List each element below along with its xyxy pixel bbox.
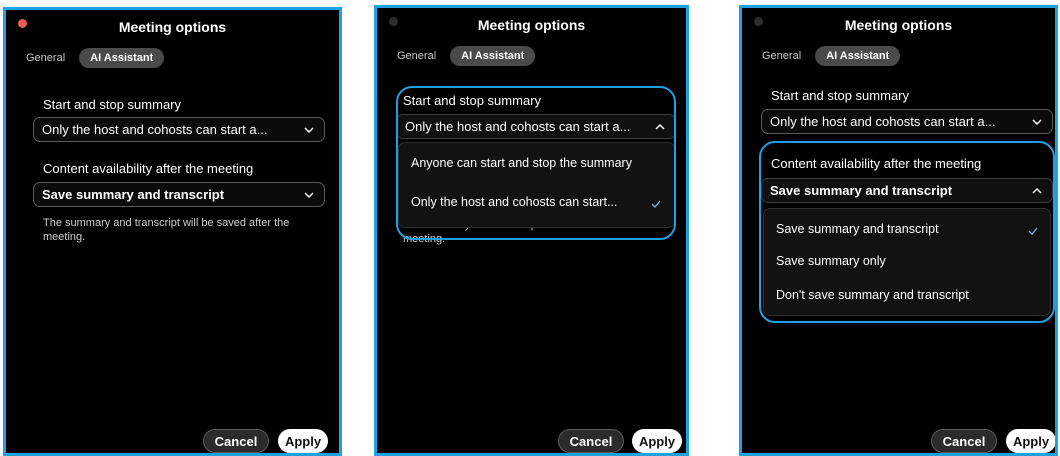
content-availability-label: Content availability after the meeting [771, 156, 982, 171]
tab-ai-assistant[interactable]: AI Assistant [815, 46, 901, 66]
dropdown-option-dont-save[interactable]: Don't save summary and transcript [776, 288, 969, 302]
save-description: The summary and transcript will be saved… [43, 217, 290, 243]
content-availability-label: Content availability after the meeting [43, 161, 254, 176]
start-stop-summary-value: Only the host and cohosts can start a... [770, 114, 996, 129]
window-title: Meeting options [118, 19, 227, 35]
start-stop-summary-dropdown: Anyone can start and stop the summary On… [398, 142, 675, 228]
window-title: Meeting options [477, 17, 586, 33]
content-availability-select[interactable]: Save summary and transcript [761, 178, 1053, 203]
content-availability-dropdown: Save summary and transcript Save summary… [763, 208, 1051, 316]
start-stop-summary-value: Only the host and cohosts can start a... [42, 122, 268, 137]
checkmark-icon [651, 200, 661, 208]
start-stop-summary-value: Only the host and cohosts can start a... [405, 119, 631, 134]
cancel-button[interactable]: Cancel [558, 429, 624, 453]
tab-bar: General AI Assistant [26, 47, 165, 69]
meeting-options-panel-1: Meeting options General AI Assistant Sta… [3, 7, 342, 456]
content-availability-select[interactable]: Save summary and transcript [33, 182, 325, 207]
chevron-down-icon [303, 124, 315, 136]
meeting-options-panel-3: Meeting options General AI Assistant Sta… [739, 5, 1058, 456]
dropdown-option-anyone[interactable]: Anyone can start and stop the summary [411, 156, 632, 170]
start-stop-summary-label: Start and stop summary [403, 93, 541, 108]
chevron-down-icon [303, 189, 315, 201]
meeting-options-panel-2: Meeting options General AI Assistant Sta… [374, 5, 689, 456]
window-title: Meeting options [844, 17, 953, 33]
cancel-button[interactable]: Cancel [203, 429, 269, 453]
chevron-up-icon [1031, 185, 1043, 197]
dropdown-option-host-cohosts[interactable]: Only the host and cohosts can start... [411, 195, 617, 209]
start-stop-summary-label: Start and stop summary [771, 88, 909, 103]
apply-button[interactable]: Apply [632, 429, 682, 453]
tab-bar: General AI Assistant [762, 45, 901, 67]
content-availability-value: Save summary and transcript [770, 183, 953, 198]
checkmark-icon [1028, 227, 1038, 235]
start-stop-summary-select[interactable]: Only the host and cohosts can start a... [396, 114, 676, 139]
dropdown-option-save-summary-transcript[interactable]: Save summary and transcript [776, 222, 939, 236]
dropdown-option-save-summary-only[interactable]: Save summary only [776, 254, 886, 268]
chevron-up-icon [654, 121, 666, 133]
tab-general[interactable]: General [762, 50, 801, 62]
start-stop-summary-select[interactable]: Only the host and cohosts can start a... [761, 109, 1053, 134]
start-stop-summary-select[interactable]: Only the host and cohosts can start a... [33, 117, 325, 142]
chevron-down-icon [1031, 116, 1043, 128]
cancel-button[interactable]: Cancel [931, 429, 997, 453]
apply-button[interactable]: Apply [1006, 429, 1055, 453]
tab-general[interactable]: General [397, 50, 436, 62]
tab-ai-assistant[interactable]: AI Assistant [450, 46, 536, 66]
tab-general[interactable]: General [26, 52, 65, 64]
content-availability-value: Save summary and transcript [42, 187, 225, 202]
apply-button[interactable]: Apply [278, 429, 328, 453]
tab-bar: General AI Assistant [397, 45, 536, 67]
start-stop-summary-label: Start and stop summary [43, 97, 181, 112]
tab-ai-assistant[interactable]: AI Assistant [79, 48, 165, 68]
